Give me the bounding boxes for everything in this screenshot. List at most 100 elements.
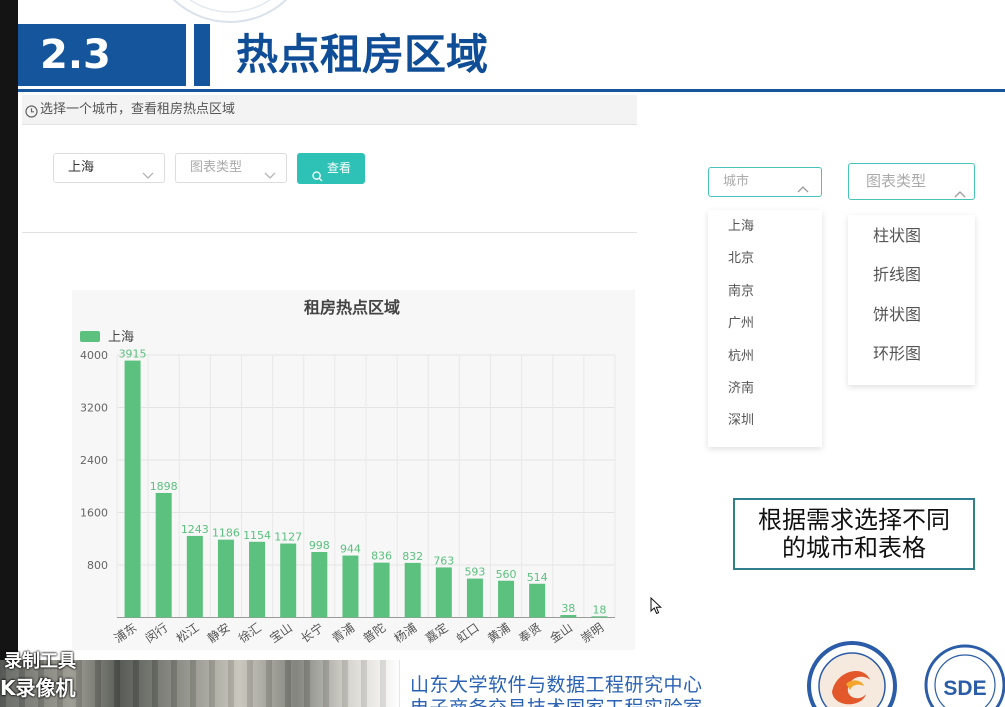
x-tick-label: 闵行: [142, 620, 170, 646]
x-tick-label: 虹口: [454, 620, 482, 645]
chart-bar-label: 944: [340, 543, 361, 556]
city-option[interactable]: 深圳: [708, 409, 822, 441]
footer-org-line: 电子商务交易技术国家工程实验室: [410, 697, 703, 707]
x-tick-label: 黄浦: [485, 620, 513, 645]
chart-bar: [217, 539, 234, 618]
x-tick-label: 青浦: [329, 620, 357, 645]
chart-bar-label: 998: [309, 539, 330, 552]
footer-org-line: 山东大学软件与数据工程研究中心: [410, 674, 703, 696]
chart-bar-label: 1154: [243, 529, 271, 542]
x-tick-label: 静安: [204, 620, 232, 646]
legend-swatch: [80, 331, 100, 342]
chart-bar: [404, 562, 421, 618]
chart-bar-label: 836: [371, 550, 392, 563]
x-tick-label: 嘉定: [422, 620, 450, 646]
recorder-watermark: 录制工具: [4, 651, 76, 672]
chart-bar: [529, 583, 546, 618]
legend-label: 上海: [108, 330, 134, 345]
chart-bar: [311, 552, 328, 618]
chart-type-select[interactable]: 图表类型: [175, 153, 287, 183]
chart-type-option[interactable]: 柱状图: [848, 222, 975, 261]
city-select-value: 上海: [68, 160, 95, 175]
chart-bar: [498, 580, 515, 618]
chart-bar-label: 18: [592, 603, 606, 616]
mouse-cursor-icon: [650, 597, 662, 615]
x-tick-label: 宝山: [267, 620, 295, 645]
y-tick-label: 2400: [80, 454, 108, 467]
chart-bar-label: 832: [402, 550, 423, 563]
city-option[interactable]: 北京: [708, 247, 822, 279]
city-option[interactable]: 上海: [708, 215, 822, 247]
x-tick-label: 浦东: [112, 620, 140, 645]
x-tick-label: 奉贤: [516, 620, 544, 645]
chart-bar-label: 593: [464, 566, 485, 579]
x-tick-label: 长宁: [298, 620, 326, 646]
chart-bar: [560, 615, 577, 618]
callout-note-line: 根据需求选择不同: [758, 506, 950, 534]
chart-panel: 租房热点区域 上海 800 1600 2400 3200 4000 3915 浦东 1898 闵行 1…: [72, 290, 635, 650]
callout-note-line: 的城市和表格: [782, 534, 926, 562]
x-tick-label: 杨浦: [391, 620, 419, 646]
y-tick-label: 4000: [80, 349, 108, 362]
city-select[interactable]: 上海: [53, 153, 165, 183]
chart-bar: [466, 578, 483, 618]
chart-bar: [280, 543, 297, 618]
section-accent-bar: [194, 24, 210, 86]
chart-type-option[interactable]: 环形图: [848, 340, 975, 379]
sde-logo-text: SDE: [943, 677, 986, 700]
chart-bar-label: 514: [527, 571, 548, 584]
chart-type-dropdown-select[interactable]: 图表类型: [848, 163, 975, 200]
city-option[interactable]: 南京: [708, 280, 822, 312]
chart-bar-label: 560: [496, 568, 517, 581]
chart-bar-label: 1127: [274, 531, 302, 544]
section-number: 2.3: [18, 24, 186, 86]
chart-bar: [124, 360, 141, 618]
chart-bar: [373, 562, 390, 618]
chart-title: 租房热点区域: [304, 298, 400, 317]
watermark-seal: [172, 0, 288, 23]
chart-bar: [249, 541, 266, 618]
chart-type-dropdown-menu: 柱状图 折线图 饼状图 环形图: [848, 215, 975, 385]
query-button[interactable]: 查看: [297, 153, 365, 184]
x-tick-label: 普陀: [360, 620, 388, 646]
chart-bar: [435, 567, 452, 618]
chevron-down-icon: [142, 163, 154, 179]
x-tick-label: 徐汇: [236, 620, 264, 646]
x-tick-label: 崇明: [578, 620, 606, 645]
app-hint: 选择一个城市，查看租房热点区域: [40, 102, 236, 117]
y-tick-label: 1600: [80, 507, 108, 520]
y-tick-label: 3200: [80, 402, 108, 415]
city-dropdown-menu: 上海 北京 南京 广州 杭州 济南 深圳: [708, 210, 822, 447]
chart-bar: [155, 492, 172, 618]
chart-type-dropdown-placeholder: 图表类型: [866, 172, 927, 190]
y-tick-label: 800: [87, 559, 108, 572]
chart-type-option[interactable]: 饼状图: [848, 301, 975, 340]
city-option[interactable]: 杭州: [708, 345, 822, 377]
city-dropdown-placeholder: 城市: [723, 174, 750, 189]
chart-bar-label: 763: [433, 554, 454, 567]
chevron-down-icon: [264, 163, 276, 179]
chevron-up-icon: [954, 177, 966, 198]
app-topbar: 选择一个城市，查看租房热点区域: [22, 95, 637, 125]
chart-bar: [186, 535, 203, 618]
city-dropdown-select[interactable]: 城市: [708, 167, 822, 197]
callout-note: 根据需求选择不同 的城市和表格: [733, 498, 975, 570]
bar-chart: 租房热点区域上海 800 1600 2400 3200 4000 3915 浦东 1898 闵行 1…: [80, 298, 616, 646]
filter-divider: [22, 232, 637, 233]
chart-bar-label: 3915: [119, 348, 147, 361]
chart-type-option[interactable]: 折线图: [848, 261, 975, 300]
slide: 2.3 热点租房区域 选择一个城市，查看租房热点区域 上海 图表类型 查看 租房…: [0, 0, 1005, 707]
chart-bar-label: 38: [561, 602, 575, 615]
title-rule: [18, 89, 1005, 92]
lab-logo: [807, 641, 897, 707]
chart-bar-label: 1186: [212, 527, 240, 540]
chart-bar: [342, 555, 359, 618]
chart-bar-label: 1243: [181, 523, 209, 536]
x-tick-label: 金山: [547, 620, 575, 646]
city-option[interactable]: 济南: [708, 377, 822, 409]
sde-logo: SDE: [924, 644, 1005, 707]
query-button-label: 查看: [327, 161, 352, 175]
slide-title: 热点租房区域: [236, 30, 489, 79]
left-dark-strip: [0, 0, 18, 660]
city-option[interactable]: 广州: [708, 312, 822, 344]
